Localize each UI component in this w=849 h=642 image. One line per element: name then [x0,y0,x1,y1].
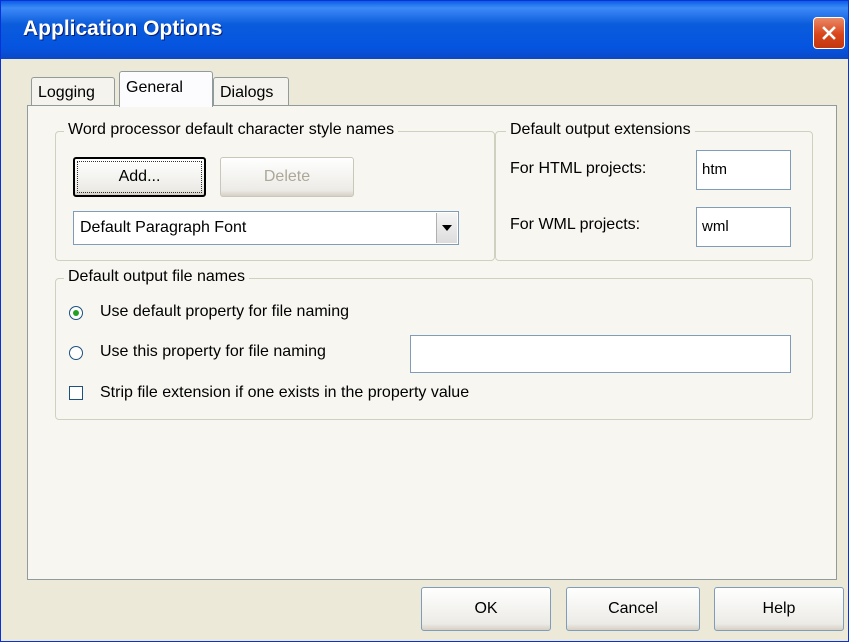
html-extension-value: htm [702,161,728,178]
wml-extension-value: wml [702,218,729,235]
strip-extension-label[interactable]: Strip file extension if one exists in th… [100,384,469,402]
close-icon [822,26,836,40]
tab-logging[interactable]: Logging [31,77,115,107]
help-button-label: Help [762,600,796,617]
ok-button-label: OK [474,600,498,617]
radio-use-default-property[interactable] [69,306,83,320]
character-style-value: Default Paragraph Font [80,219,247,236]
html-extension-label: For HTML projects: [510,160,647,177]
character-style-dropdown[interactable]: Default Paragraph Font [73,211,459,245]
chevron-down-icon [442,225,452,231]
radio-use-default-property-label[interactable]: Use default property for file naming [100,303,349,321]
dropdown-arrow-button[interactable] [436,213,457,243]
output-file-names-legend: Default output file names [64,268,249,286]
file-naming-property-input[interactable] [410,335,791,373]
application-options-dialog: Application Options Logging General Dial… [0,0,849,642]
delete-button[interactable]: Delete [220,157,354,197]
wml-extension-input[interactable]: wml [696,207,791,247]
tab-dialogs[interactable]: Dialogs [213,77,289,107]
wml-extension-label: For WML projects: [510,216,641,233]
output-extensions-legend: Default output extensions [506,121,695,139]
radio-use-this-property[interactable] [69,346,83,360]
style-names-legend: Word processor default character style n… [64,121,399,139]
help-button[interactable]: Help [714,587,844,631]
output-file-names-group: Default output file names Use default pr… [55,268,813,420]
window-title: Application Options [23,17,223,40]
tab-general[interactable]: General [119,71,213,107]
cancel-button[interactable]: Cancel [566,587,700,631]
html-extension-input[interactable]: htm [696,150,791,190]
ok-button[interactable]: OK [421,587,551,631]
tab-general-label: General [126,79,183,96]
tab-dialogs-label: Dialogs [220,84,274,101]
title-bar[interactable]: Application Options [1,1,848,59]
add-button-label: Add... [118,168,161,185]
delete-button-label: Delete [263,168,311,185]
radio-use-this-property-label[interactable]: Use this property for file naming [100,343,326,361]
output-extensions-group: Default output extensions For HTML proje… [495,121,813,261]
general-tab-panel: Word processor default character style n… [27,105,837,580]
close-button[interactable] [813,17,845,49]
style-names-group: Word processor default character style n… [55,121,495,261]
strip-extension-checkbox[interactable] [69,386,83,400]
add-button[interactable]: Add... [73,157,206,197]
cancel-button-label: Cancel [608,600,658,617]
tab-logging-label: Logging [38,84,95,101]
